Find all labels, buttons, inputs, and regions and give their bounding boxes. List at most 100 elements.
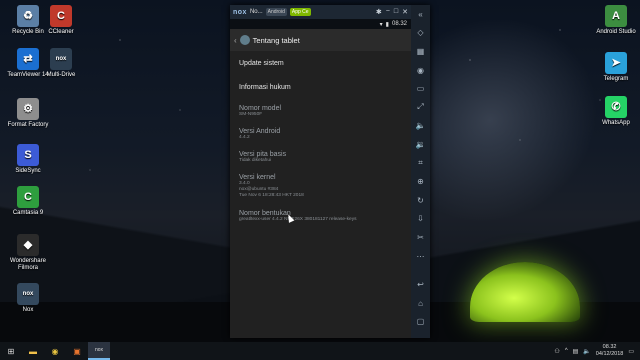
desktop-icon-label: WhatsApp [602,120,630,126]
desktop-icon-label: Nox [22,307,34,313]
status-time: 08.32 [391,21,407,27]
telegram-icon: ➤ [605,52,627,74]
home-icon[interactable]: ⌂ [411,294,430,313]
desktop-icon-whatsapp[interactable]: ✆ WhatsApp [591,96,640,127]
settings-item-value: greatltexx-user 4.4.2 NMF26X 380181127 r… [239,217,357,222]
minimize-icon[interactable]: − [386,8,390,16]
settings-item-value: Tue Nov 6 18:28:43 HKT 2018 [239,193,304,198]
chrome-icon[interactable]: ◉ [44,342,66,360]
settings-item-title: Versi pita basis [239,151,287,158]
fullscreen-icon[interactable]: ⤢ [411,98,430,117]
back-icon[interactable]: ↩ [411,275,430,294]
desktop-icon-sidesync[interactable]: S SideSync [3,144,53,175]
maximize-icon[interactable]: □ [394,8,398,16]
multi-instance-icon[interactable]: ⊕ [411,172,430,191]
settings-list: Update sistem Informasi hukum Nomor model S… [230,51,411,233]
desktop-icon-label: Android Studio [596,29,636,35]
location-icon[interactable]: ◉ [411,61,430,80]
nox-icon: nox [17,283,39,305]
emulator-sidebar: « ◇ ▦ ◉ ▭ ⤢ 🔈 🔉 ⌗ ⊕ ↻ ⇩ ✂ ⋯ ↩ ⌂ ▢ [411,5,430,338]
close-icon[interactable]: ✕ [402,8,408,16]
android-screen[interactable]: ‹ Tentang tablet Update sistem Informasi … [230,29,411,338]
whatsapp-icon: ✆ [605,96,627,118]
nox-taskbar-icon[interactable]: nox [88,342,110,360]
settings-item-versi-pita-basis[interactable]: Versi pita basis Tidak diketahui [239,145,411,168]
back-double-chevron-icon[interactable]: « [411,5,430,24]
android-studio-icon: A [605,5,627,27]
desktop-icon-nox[interactable]: nox Nox [3,283,53,314]
desktop-icon-android-studio[interactable]: A Android Studio [591,5,640,36]
camtasia-icon: C [17,186,39,208]
taskbar-time: 08.32 [602,344,617,350]
file-explorer-icon[interactable]: ▬ [22,342,44,360]
settings-icon[interactable]: ✱ [376,8,382,16]
action-bar[interactable]: ‹ Tentang tablet [230,29,411,51]
volume-down-icon[interactable]: 🔉 [411,135,430,154]
more-icon[interactable]: ⋯ [411,247,430,266]
settings-item-title: Nomor model [239,105,282,112]
settings-item-title: Versi kernel [239,174,276,181]
settings-item-value: Tidak diketahui [239,158,272,163]
nox-emulator-window[interactable]: nox No... Android App Ce ✱ − □ ✕ ▾ ▮ 08.… [230,5,430,338]
settings-item-value: 4.4.2 [239,135,250,140]
page-title: Tentang tablet [252,35,300,45]
wifi-icon: ▾ [379,21,383,28]
desktop-icon-camtasia-9[interactable]: C Camtasia 9 [3,186,53,217]
sync-icon[interactable]: ⇩ [411,210,430,229]
back-arrow-icon[interactable]: ‹ [234,36,237,45]
volume-up-icon[interactable]: 🔈 [411,117,430,136]
sidesync-icon: S [17,144,39,166]
filmora-icon: ◆ [17,234,39,256]
desktop-icon-label: Format Factory [7,122,49,128]
desktop-icon-label: Telegram [603,76,629,82]
desktop-icon-ccleaner[interactable]: C CCleaner [36,5,86,36]
settings-item-nomor-model[interactable]: Nomor model SM-N950F [239,99,411,122]
taskbar-clock[interactable]: 08.32 04/12/2018 [596,344,624,358]
start-button[interactable]: ⊞ [0,342,22,360]
settings-item-title: Versi Android [239,128,281,135]
desktop-icon-label: SideSync [15,168,41,174]
android-tag[interactable]: Android [265,8,287,16]
desktop-icon-label: Wondershare Filmora [10,258,46,271]
format-factory-icon: ⚙ [17,98,39,120]
desktop-icon-multi-drive[interactable]: nox Multi-Drive [36,48,86,79]
settings-item-title: Nomor bentukan [239,210,291,217]
battery-icon: ▮ [385,21,389,28]
tray-chevron-icon[interactable]: ^ [565,348,568,354]
android-status-bar: ▾ ▮ 08.32 [230,19,411,29]
desktop-icon-wondershare-filmora[interactable]: ◆ Wondershare Filmora [3,234,53,272]
rotate-icon[interactable]: ◇ [411,24,430,43]
settings-item-informasi-hukum[interactable]: Informasi hukum [239,75,411,99]
volume-icon[interactable]: 🔈 [583,348,590,355]
desktop-icon-format-factory[interactable]: ⚙ Format Factory [3,98,53,129]
display-icon[interactable]: ▭ [411,79,430,98]
settings-item-update-sistem[interactable]: Update sistem [239,51,411,75]
desktop-icon-label: CCleaner [48,29,74,35]
nox-logo: nox [233,8,247,16]
notifications-icon[interactable]: ▭ [628,348,634,355]
ccleaner-icon: C [50,5,72,27]
settings-item-versi-kernel[interactable]: Versi kernel 3.4.0 nox@ubuntu #384 Tue Nov … [239,168,411,204]
settings-item-value: SM-N950F [239,112,263,117]
taskbar: ⊞ ▬ ◉ ▣ nox ⚇ ^ ▤ 🔈 08.32 04/12/2018 ▭ [0,342,640,360]
app-orange-icon[interactable]: ▣ [66,342,88,360]
app-center-tag[interactable]: App Ce [289,8,311,16]
screenshot-icon[interactable]: ▦ [411,42,430,61]
refresh-icon[interactable]: ↻ [411,191,430,210]
multi-drive-icon: nox [50,48,72,70]
system-tray: ⚇ ^ ▤ 🔈 08.32 04/12/2018 ▭ [554,344,640,358]
settings-app-icon [239,35,250,45]
desktop-icon-label: Multi-Drive [46,72,76,78]
settings-item-versi-android[interactable]: Versi Android 4.4.2 [239,122,411,145]
emulator-title-bar[interactable]: nox No... Android App Ce ✱ − □ ✕ [230,5,411,19]
desktop-icon-telegram[interactable]: ➤ Telegram [591,52,640,83]
recent-apps-icon[interactable]: ▢ [411,313,430,332]
network-icon[interactable]: ▤ [573,348,579,355]
apk-install-icon[interactable]: ⌗ [411,154,430,173]
people-icon[interactable]: ⚇ [554,348,559,355]
desktop-icon-label: Camtasia 9 [12,210,44,216]
settings-item-nomor-bentukan[interactable]: Nomor bentukan greatltexx-user 4.4.2 NMF2… [239,204,411,233]
scissors-icon[interactable]: ✂ [411,228,430,247]
emulator-name: No... [249,9,263,15]
taskbar-date: 04/12/2018 [595,351,624,357]
